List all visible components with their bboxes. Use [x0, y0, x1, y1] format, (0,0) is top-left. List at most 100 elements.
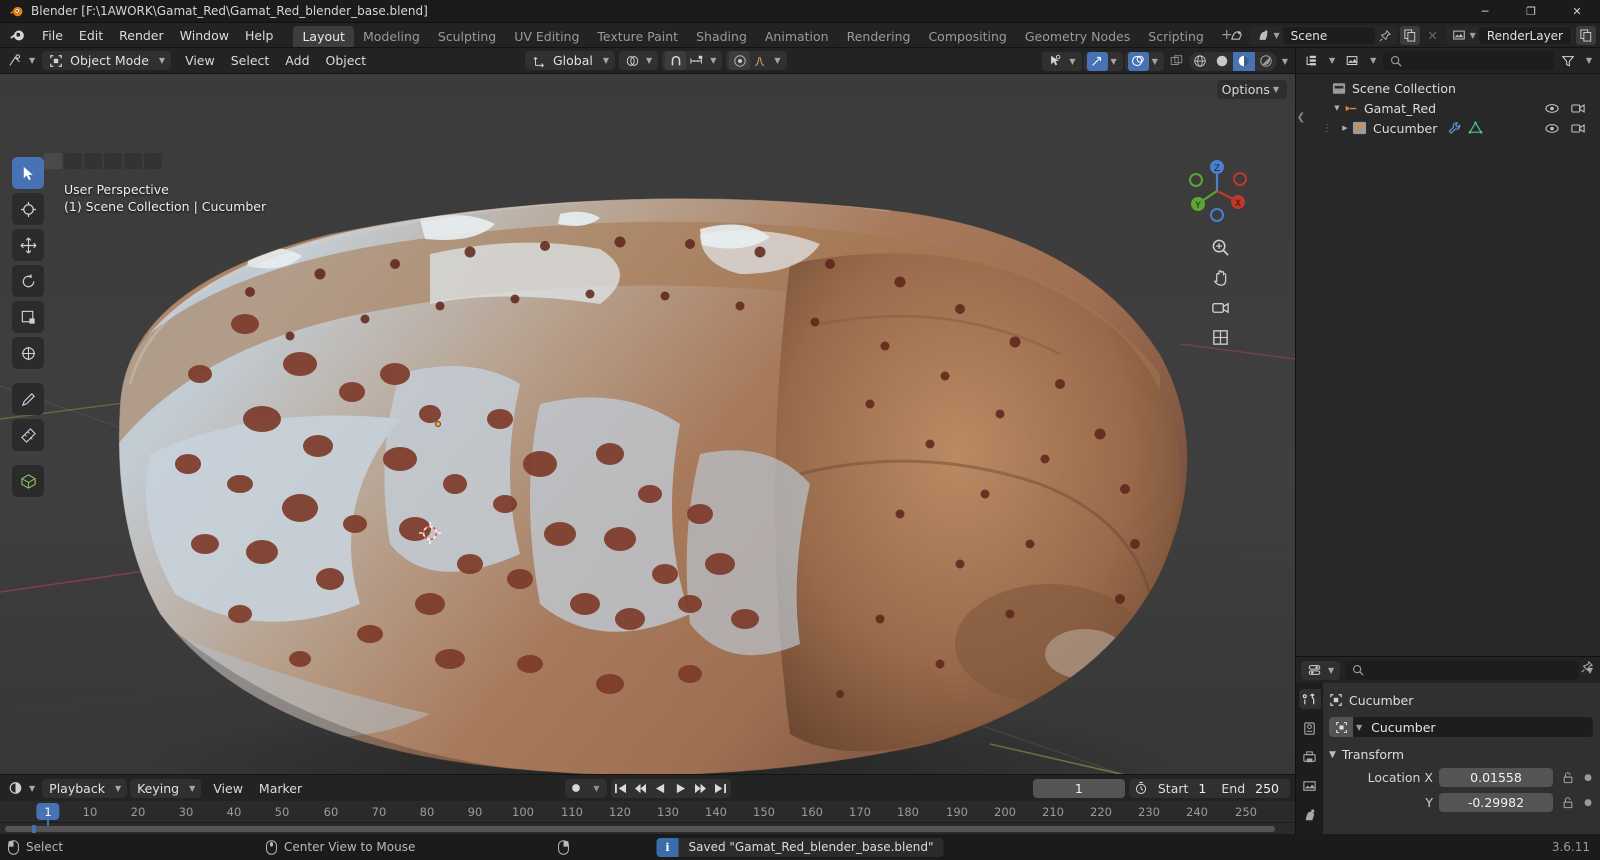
outliner-row-scene-collection[interactable]: Scene Collection: [1296, 78, 1600, 98]
jump-to-end-button[interactable]: [711, 779, 731, 798]
object-name-field[interactable]: ▼ Cucumber: [1329, 717, 1593, 737]
timeline-editor-chevron-down-icon[interactable]: ▼: [26, 784, 38, 793]
outliner-display-chevron-down-icon[interactable]: ▼: [1367, 56, 1379, 65]
outliner-row-gamat-red[interactable]: ▼ Gamat_Red: [1296, 98, 1600, 118]
timeline-playhead[interactable]: 1: [36, 803, 60, 820]
camera-view-icon[interactable]: [1209, 296, 1231, 318]
viewport-menu-add[interactable]: Add: [277, 51, 317, 70]
tab-modeling[interactable]: Modeling: [354, 26, 429, 47]
location-x-value[interactable]: 0.01558: [1439, 768, 1553, 787]
tab-geometry-nodes[interactable]: Geometry Nodes: [1016, 26, 1139, 47]
blender-menu-logo-icon[interactable]: [9, 27, 26, 44]
tab-rendering[interactable]: Rendering: [838, 26, 920, 47]
tab-shading[interactable]: Shading: [687, 26, 756, 47]
minibox-3[interactable]: [84, 153, 102, 169]
tab-compositing[interactable]: Compositing: [919, 26, 1015, 47]
shading-wireframe-icon[interactable]: [1189, 52, 1211, 71]
delete-scene-button[interactable]: ✕: [1423, 26, 1443, 45]
play-reverse-button[interactable]: [651, 779, 671, 798]
visibility-eye-icon[interactable]: [1544, 103, 1560, 114]
gamat-red-expander[interactable]: ▼: [1330, 104, 1344, 112]
tab-texture-paint[interactable]: Texture Paint: [588, 26, 687, 47]
pivot-point-selector[interactable]: ▼: [619, 51, 659, 70]
toggle-orthographic-icon[interactable]: [1209, 326, 1231, 348]
outliner-filter-icon[interactable]: [1558, 51, 1579, 70]
tool-select-box[interactable]: [12, 157, 44, 189]
tool-cursor[interactable]: [12, 193, 44, 225]
pan-hand-icon[interactable]: [1209, 266, 1231, 288]
tab-output[interactable]: [1299, 747, 1321, 767]
timeline-ruler[interactable]: 10 20 30 40 50 60 70 80 90 100 110 120 1…: [0, 801, 1295, 830]
snap-increment-icon[interactable]: [686, 51, 707, 70]
mesh-triangle-icon[interactable]: [1468, 121, 1483, 135]
new-viewlayer-button[interactable]: [1576, 26, 1596, 45]
viewport-menu-object[interactable]: Object: [318, 51, 375, 70]
visibility-selector[interactable]: ▼: [1042, 51, 1082, 71]
editor-type-icon[interactable]: [5, 51, 26, 70]
lock-location-x-icon[interactable]: [1559, 771, 1577, 784]
maximize-button[interactable]: ❐: [1508, 0, 1554, 23]
new-scene-button[interactable]: [1399, 26, 1420, 45]
tab-sculpting[interactable]: Sculpting: [429, 26, 505, 47]
timeline-scrollbar-handle[interactable]: [5, 826, 1275, 832]
minimize-button[interactable]: ─: [1462, 0, 1508, 23]
shading-rendered-icon[interactable]: [1255, 52, 1277, 71]
use-preview-range-icon[interactable]: [1131, 779, 1152, 798]
menu-render[interactable]: Render: [111, 26, 172, 45]
render-camera-icon[interactable]: [1570, 103, 1586, 114]
timeline-menu-marker[interactable]: Marker: [251, 779, 310, 798]
viewport-options-button[interactable]: Options ▼: [1216, 80, 1287, 99]
jump-to-next-keyframe-button[interactable]: [691, 779, 711, 798]
jump-to-prev-keyframe-button[interactable]: [631, 779, 651, 798]
menu-edit[interactable]: Edit: [71, 26, 111, 45]
tool-add-cube[interactable]: [12, 465, 44, 497]
scene-statistics-icon[interactable]: [1227, 26, 1247, 45]
tool-annotate[interactable]: [12, 383, 44, 415]
outliner-body[interactable]: ❮ Scene Collection ▼ Gamat_Red ⋮ ▶ Cucum…: [1296, 74, 1600, 656]
tool-measure[interactable]: [12, 419, 44, 451]
properties-editor-type-selector[interactable]: ▼: [1301, 660, 1341, 680]
pin-properties-icon[interactable]: [1581, 660, 1594, 676]
proportional-edit-group[interactable]: ▼: [726, 51, 787, 70]
close-button[interactable]: ✕: [1554, 0, 1600, 23]
tab-tool[interactable]: [1298, 689, 1321, 709]
timeline-menu-view[interactable]: View: [205, 779, 251, 798]
menu-window[interactable]: Window: [172, 26, 237, 45]
minibox-4[interactable]: [104, 153, 122, 169]
record-icon[interactable]: [565, 779, 587, 798]
overlays-icon[interactable]: [1127, 51, 1149, 71]
overlays-toggle-group[interactable]: ▼: [1124, 51, 1164, 71]
playback-menu[interactable]: Playback ▼: [42, 778, 128, 798]
modifier-wrench-icon[interactable]: [1447, 121, 1462, 135]
play-button[interactable]: [671, 779, 691, 798]
properties-search-input[interactable]: [1345, 660, 1579, 680]
timeline-editor-type-icon[interactable]: [5, 779, 26, 798]
tab-render[interactable]: [1299, 718, 1321, 738]
outliner-editor-type-icon[interactable]: [1301, 51, 1322, 70]
menu-help[interactable]: Help: [237, 26, 282, 45]
shading-material-preview-icon[interactable]: [1232, 51, 1255, 71]
tab-scripting[interactable]: Scripting: [1139, 26, 1213, 47]
lock-location-y-icon[interactable]: [1559, 796, 1577, 809]
tool-rotate[interactable]: [12, 265, 44, 297]
outliner-display-mode-icon[interactable]: [1342, 51, 1363, 70]
3d-viewport[interactable]: User Perspective (1) Scene Collection | …: [0, 74, 1295, 809]
tab-scene[interactable]: [1299, 805, 1321, 825]
outliner-filter-chevron-down-icon[interactable]: ▼: [1583, 56, 1595, 65]
animate-location-y-dot[interactable]: ●: [1583, 798, 1593, 808]
tool-scale[interactable]: [12, 301, 44, 333]
tab-layout[interactable]: Layout: [293, 25, 354, 47]
cucumber-expander[interactable]: ▶: [1338, 124, 1352, 132]
gizmo-toggle-group[interactable]: ▼: [1083, 51, 1123, 71]
magnet-icon[interactable]: [665, 51, 687, 70]
pin-scene-icon[interactable]: [1375, 26, 1395, 45]
outliner-editor-chevron-down-icon[interactable]: ▼: [1326, 56, 1338, 65]
viewport-menu-select[interactable]: Select: [223, 51, 278, 70]
tab-uv-editing[interactable]: UV Editing: [505, 26, 588, 47]
tool-move[interactable]: [12, 229, 44, 261]
minibox-5[interactable]: [124, 153, 142, 169]
outliner-row-cucumber[interactable]: ⋮ ▶ Cucumber: [1296, 118, 1600, 138]
auto-keying-chevron-down-icon[interactable]: ▼: [587, 779, 607, 798]
location-y-value[interactable]: -0.29982: [1439, 793, 1553, 812]
jump-to-start-button[interactable]: [611, 779, 631, 798]
